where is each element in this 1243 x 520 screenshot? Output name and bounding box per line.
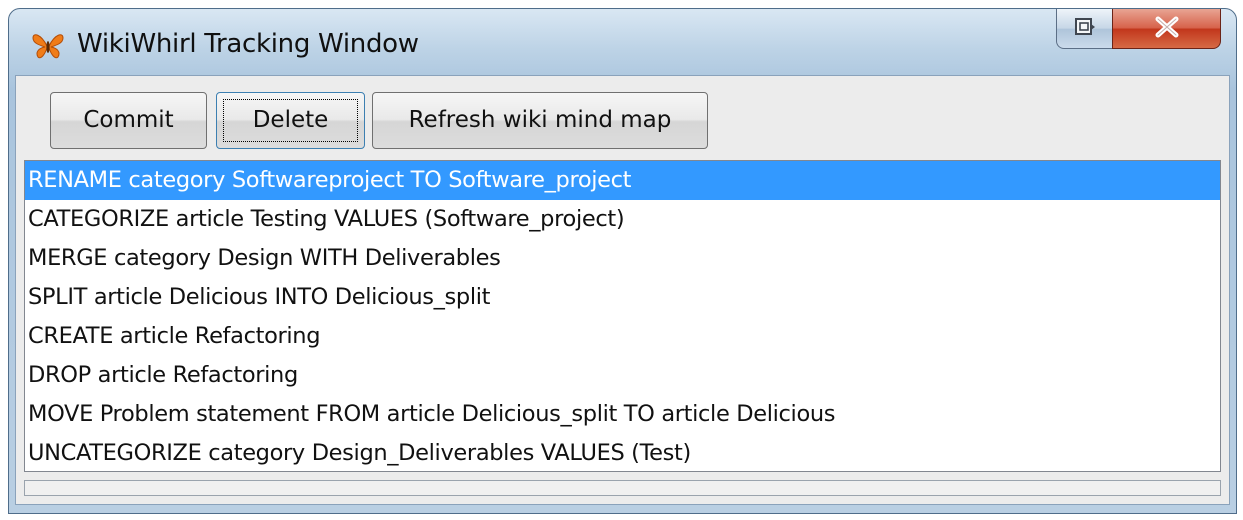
list-item[interactable]: MOVE Problem statement FROM article Deli… <box>25 395 1220 434</box>
window-title: WikiWhirl Tracking Window <box>77 29 419 59</box>
list-item[interactable]: DROP article Refactoring <box>25 356 1220 395</box>
delete-button-label: Delete <box>252 106 329 133</box>
window-client-area: Commit Delete Refresh wiki mind map RENA… <box>15 75 1230 505</box>
restore-icon <box>1073 16 1097 42</box>
refresh-mind-map-button[interactable]: Refresh wiki mind map <box>372 92 708 149</box>
status-bar <box>24 480 1221 496</box>
delete-button[interactable]: Delete <box>216 92 365 149</box>
list-item[interactable]: SPLIT article Delicious INTO Delicious_s… <box>25 278 1220 317</box>
close-button[interactable] <box>1112 9 1221 49</box>
list-item[interactable]: CATEGORIZE article Testing VALUES (Softw… <box>25 200 1220 239</box>
list-item[interactable]: RENAME category Softwareproject TO Softw… <box>25 161 1220 200</box>
butterfly-icon <box>31 32 65 60</box>
list-item[interactable]: CREATE article Refactoring <box>25 317 1220 356</box>
list-item[interactable]: UNCATEGORIZE category Design_Deliverable… <box>25 434 1220 471</box>
restore-button[interactable] <box>1056 9 1113 49</box>
commit-button[interactable]: Commit <box>50 92 207 149</box>
tracking-window: WikiWhirl Tracking Window Commit Delete … <box>8 8 1237 514</box>
close-icon <box>1152 15 1182 43</box>
title-bar[interactable]: WikiWhirl Tracking Window <box>9 9 1236 77</box>
refresh-button-label: Refresh wiki mind map <box>408 106 672 133</box>
operations-list[interactable]: RENAME category Softwareproject TO Softw… <box>24 160 1221 472</box>
list-item[interactable]: MERGE category Design WITH Deliverables <box>25 239 1220 278</box>
commit-button-label: Commit <box>83 106 174 133</box>
